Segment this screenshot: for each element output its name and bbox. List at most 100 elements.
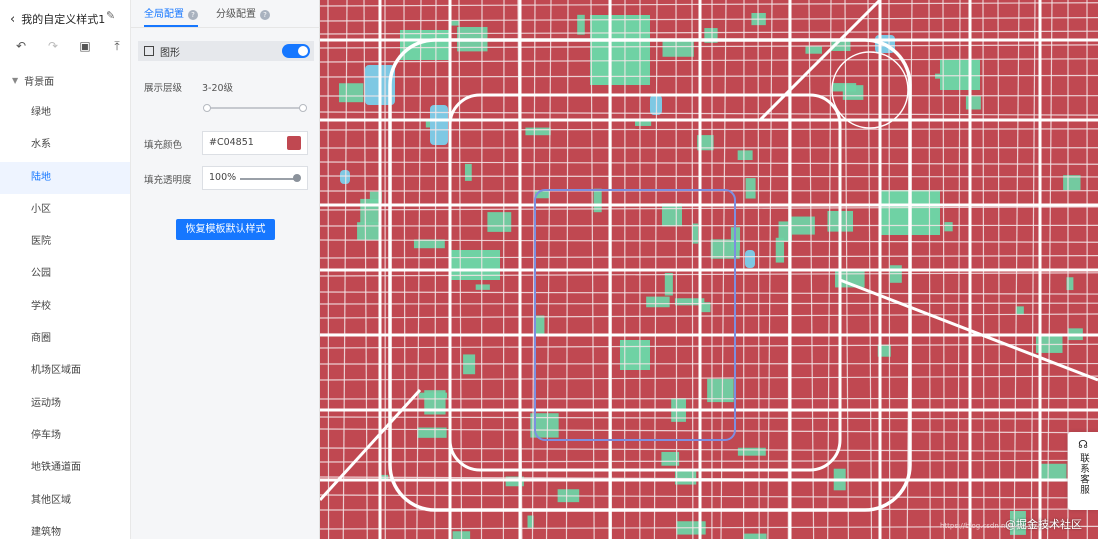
layer-item[interactable]: 绿地 [0, 97, 130, 129]
minor-road [320, 302, 1098, 305]
undo-icon[interactable]: ↶ [12, 38, 30, 54]
minor-road [320, 343, 1098, 349]
water-area [430, 105, 448, 145]
opacity-slider-handle[interactable] [293, 174, 301, 182]
back-arrow-icon[interactable]: ‹ [10, 12, 15, 27]
customer-service-button[interactable]: ☊ 联系客服 [1068, 432, 1098, 510]
toggle-knob [298, 46, 308, 56]
help-icon[interactable]: ? [260, 10, 270, 20]
green-area [535, 315, 545, 335]
headset-icon: ☊ [1078, 438, 1088, 451]
config-panel: 全局配置 ? 分级配置 ? 图形 展示层级 3-20级 填充颜色 #C04851 [131, 0, 320, 539]
minor-road [320, 206, 1098, 211]
minor-road [320, 255, 1098, 259]
redo-icon[interactable]: ↷ [44, 38, 62, 54]
minor-road [320, 74, 1098, 78]
green-area [737, 447, 766, 456]
config-tabs: 全局配置 ? 分级配置 ? [144, 7, 270, 27]
water-area [340, 170, 350, 184]
layer-item[interactable]: 水系 [0, 129, 130, 161]
minor-road [320, 272, 1098, 277]
fill-color-picker[interactable]: #C04851 [202, 131, 308, 155]
green-area [832, 83, 857, 92]
section-label: 图形 [160, 47, 180, 59]
layer-item-active[interactable]: 陆地 [0, 161, 130, 194]
customer-service-label: 联系客服 [1078, 453, 1089, 495]
edit-pencil-icon[interactable]: ✎ [106, 9, 115, 22]
slider-handle-min[interactable] [203, 104, 211, 112]
shape-section-header: 图形 [138, 41, 314, 61]
map-graphics [320, 0, 1098, 539]
green-area [1015, 306, 1024, 315]
minor-road [320, 447, 1098, 453]
category-label: 背景面 [24, 77, 55, 88]
slider-handle-max[interactable] [299, 104, 307, 112]
layer-item[interactable]: 建筑物 [0, 517, 130, 539]
green-area [661, 203, 683, 227]
reset-template-button[interactable]: 恢复模板默认样式 [176, 219, 275, 240]
park-area [400, 30, 450, 60]
minor-road [320, 397, 1098, 400]
slider-track [206, 107, 304, 109]
third-ring-road [448, 93, 842, 472]
green-area [357, 222, 381, 241]
caret-down-icon: ▼ [12, 76, 19, 85]
watermark-url: https://blog.csdn.net [940, 522, 1013, 530]
green-area [744, 533, 767, 539]
layer-item[interactable]: 地铁通道面 [0, 452, 130, 484]
tab-divider [131, 27, 320, 28]
green-area [475, 284, 490, 290]
green-area [745, 178, 756, 199]
minor-road [320, 224, 1098, 227]
zoom-level-value: 3-20级 [202, 83, 234, 94]
minor-road [320, 494, 1098, 499]
layer-item[interactable]: 机场区域面 [0, 355, 130, 387]
tab-label: 分级配置 [216, 9, 256, 20]
park-area [590, 15, 650, 85]
green-area [805, 46, 822, 54]
layer-item[interactable]: 运动场 [0, 388, 130, 420]
shape-icon [144, 46, 154, 56]
layer-list: 绿地 水系 陆地 小区 医院 公园 学校 商圈 机场区域面 运动场 停车场 地铁… [0, 97, 130, 539]
layer-item[interactable]: 医院 [0, 226, 130, 258]
green-area [338, 83, 364, 103]
fill-color-label: 填充颜色 [144, 140, 183, 151]
publish-icon[interactable]: ⤒ [108, 38, 126, 54]
second-ring-road [534, 189, 736, 441]
green-area [737, 150, 753, 161]
watermark: @掘金技术社区 [1005, 518, 1082, 531]
minor-road [320, 291, 1098, 295]
category-header[interactable]: ▼ 背景面 [12, 73, 54, 88]
green-area [525, 127, 551, 136]
green-area [965, 96, 981, 110]
layer-item[interactable]: 小区 [0, 194, 130, 226]
green-area [577, 14, 585, 35]
water-area [745, 250, 755, 268]
tab-global-config[interactable]: 全局配置 ? [144, 7, 198, 27]
layer-item[interactable]: 学校 [0, 291, 130, 323]
save-icon[interactable]: ▣ [76, 38, 94, 54]
layer-item[interactable]: 公园 [0, 258, 130, 290]
app-root: ‹ 我的自定义样式1 ✎ ↶ ↷ ▣ ⤒ ▼ 背景面 绿地 水系 陆地 小区 医… [0, 0, 1098, 539]
layer-item[interactable]: 商圈 [0, 323, 130, 355]
green-area [464, 163, 472, 181]
help-icon[interactable]: ? [188, 10, 198, 20]
green-area [360, 198, 379, 224]
shape-visibility-toggle[interactable] [282, 44, 310, 58]
layer-item[interactable]: 停车场 [0, 420, 130, 452]
fill-color-swatch[interactable] [287, 136, 301, 150]
style-title: 我的自定义样式1 [21, 13, 106, 26]
layer-sidebar: ‹ 我的自定义样式1 ✎ ↶ ↷ ▣ ⤒ ▼ 背景面 绿地 水系 陆地 小区 医… [0, 0, 131, 539]
green-area [944, 222, 953, 232]
layer-item[interactable]: 其他区域 [0, 485, 130, 517]
zoom-level-label: 展示层级 [144, 83, 183, 94]
map-canvas[interactable] [320, 0, 1098, 539]
opacity-slider-track[interactable] [240, 178, 298, 180]
fill-color-hex: #C04851 [209, 137, 254, 148]
zoom-range-slider[interactable] [203, 104, 307, 112]
minor-road [320, 459, 1098, 463]
green-area [646, 296, 670, 308]
minor-road [320, 161, 1098, 165]
fill-opacity-value: 100% [209, 172, 237, 183]
tab-level-config[interactable]: 分级配置 ? [216, 7, 270, 27]
